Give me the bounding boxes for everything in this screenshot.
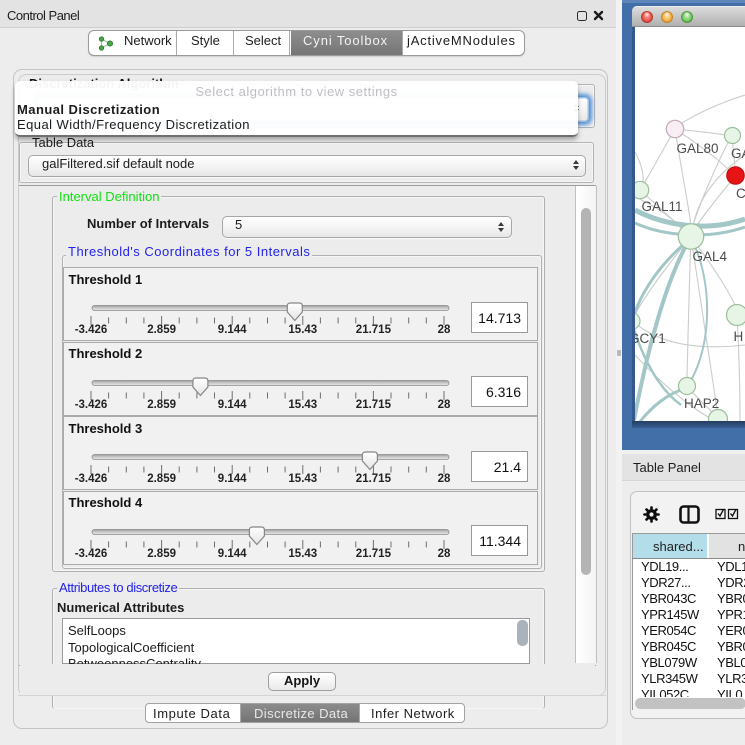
svg-text:GAL11: GAL11 (642, 199, 683, 214)
svg-text:C: C (736, 186, 745, 201)
svg-text:GA: GA (731, 146, 745, 161)
svg-text:H: H (734, 329, 744, 344)
svg-text:GAL80: GAL80 (677, 141, 719, 156)
svg-text:GAL4: GAL4 (693, 249, 728, 264)
svg-text:HAP2: HAP2 (684, 396, 719, 411)
svg-text:GCY1: GCY1 (635, 331, 666, 346)
